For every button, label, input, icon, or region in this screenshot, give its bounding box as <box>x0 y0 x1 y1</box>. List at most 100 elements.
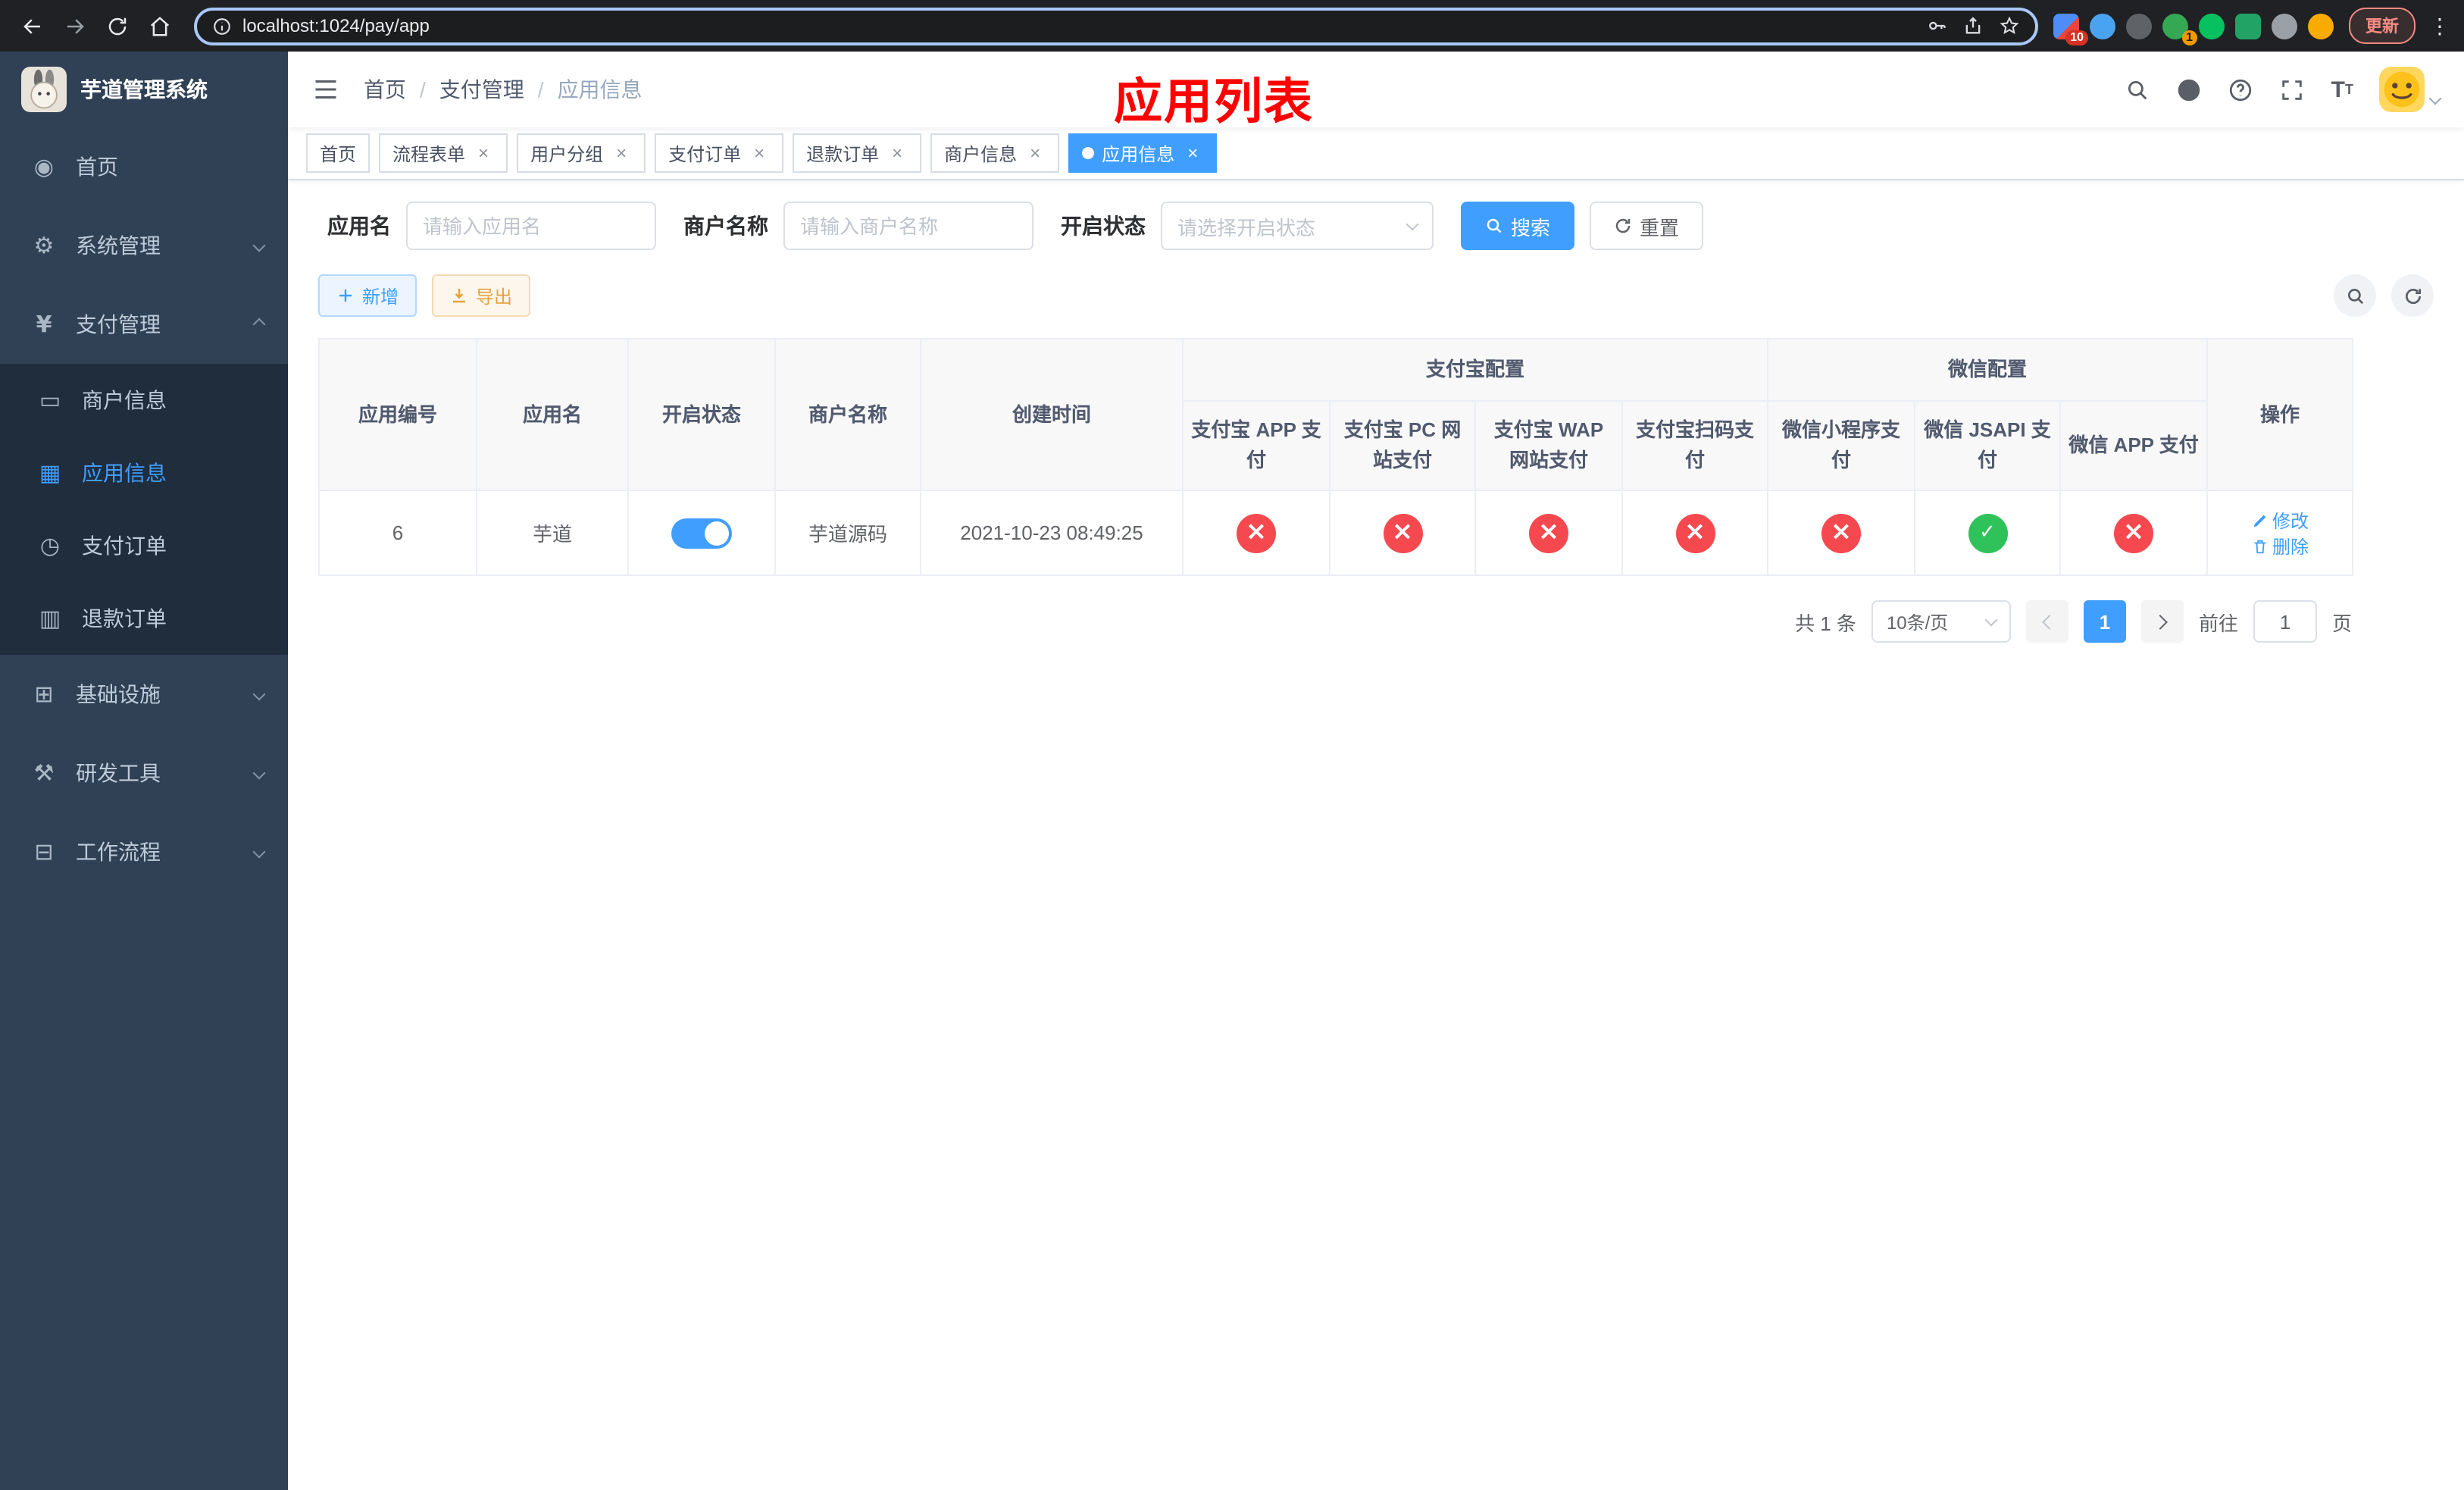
chevron-down-icon <box>252 766 266 780</box>
password-key-icon[interactable] <box>1926 15 1947 36</box>
reload-icon[interactable] <box>97 6 136 45</box>
alipay-app-status-icon <box>1237 513 1276 553</box>
tab-label: 商户信息 <box>944 143 1018 164</box>
extension-icon-5[interactable] <box>2199 13 2225 39</box>
tab-close-icon[interactable]: × <box>1024 142 1046 164</box>
edit-button[interactable]: 修改 <box>2251 508 2309 534</box>
delete-button[interactable]: 删除 <box>2251 534 2309 559</box>
reset-button[interactable]: 重置 <box>1590 202 1704 250</box>
chevron-right-icon <box>2153 614 2168 630</box>
refresh-table-button[interactable] <box>2391 274 2434 317</box>
browser-menu-icon[interactable]: ⋮ <box>2428 13 2452 39</box>
tab-pay-order[interactable]: 支付订单 × <box>655 133 784 173</box>
back-icon[interactable] <box>12 6 52 45</box>
tab-close-icon[interactable]: × <box>886 142 908 164</box>
github-icon[interactable] <box>2177 77 2203 102</box>
chevron-down-icon <box>1984 613 1998 627</box>
avatar <box>2379 67 2425 112</box>
site-info-icon[interactable] <box>212 16 232 36</box>
group-wechat-config: 微信配置 <box>1767 337 2209 402</box>
sidebar-item-payment[interactable]: ¥ 支付管理 <box>0 285 288 364</box>
col-alipay-wap: 支付宝 WAP 网站支付 <box>1474 400 1623 492</box>
sidebar-item-home[interactable]: ◉ 首页 <box>0 127 288 206</box>
sidebar-fold-icon[interactable] <box>312 76 339 103</box>
breadcrumb-payment[interactable]: 支付管理 <box>439 74 524 105</box>
extension-icon-1[interactable]: 10 <box>2053 13 2088 45</box>
cell-merchant: 芋道源码 <box>774 490 921 577</box>
merchant-name-input[interactable] <box>783 202 1033 250</box>
home-icon[interactable] <box>139 6 179 45</box>
search-icon <box>1487 218 1502 233</box>
page-size-value: 10条/页 <box>1886 612 1949 634</box>
extension-icon-6[interactable] <box>2235 13 2261 39</box>
tab-merchant-info[interactable]: 商户信息 × <box>930 133 1060 173</box>
export-button[interactable]: 导出 <box>432 274 531 317</box>
status-toggle[interactable] <box>671 518 732 549</box>
breadcrumb-separator: / <box>420 77 426 102</box>
alipay-wap-status-icon <box>1529 513 1568 553</box>
tab-close-icon[interactable]: × <box>611 142 632 164</box>
next-page-button[interactable] <box>2140 600 2184 643</box>
sidebar-item-label: 商户信息 <box>82 388 167 412</box>
toggle-search-button[interactable] <box>2334 274 2376 317</box>
sidebar-item-workflow[interactable]: ⊟ 工作流程 <box>0 812 288 891</box>
extension-icon-8[interactable] <box>2308 13 2334 39</box>
extension-badge: 10 <box>2065 30 2088 45</box>
search-icon[interactable] <box>2125 77 2151 102</box>
sidebar-item-merchant-info[interactable]: ▭ 商户信息 <box>0 364 288 437</box>
dashboard-icon: ◉ <box>33 153 55 180</box>
monitor-icon: ⊞ <box>34 681 54 708</box>
col-wx-mini: 微信小程序支付 <box>1767 400 1916 492</box>
chevron-down-icon <box>252 687 266 701</box>
tab-close-icon[interactable]: × <box>473 142 494 164</box>
extension-icon-7[interactable] <box>2272 13 2297 39</box>
user-menu[interactable] <box>2379 67 2442 112</box>
search-button[interactable]: 搜索 <box>1461 202 1575 250</box>
wechat-jsapi-status-icon <box>1968 513 2008 553</box>
extensions-area: 10 1 <box>2053 13 2334 45</box>
page-size-select[interactable]: 10条/页 <box>1871 600 2011 643</box>
tab-close-icon[interactable]: × <box>749 142 770 164</box>
page-number-button[interactable]: 1 <box>2083 600 2126 643</box>
font-size-icon[interactable]: TT <box>2331 78 2353 101</box>
chrome-update-button[interactable]: 更新 <box>2349 8 2416 44</box>
address-bar[interactable]: localhost:1024/pay/app <box>194 7 2038 45</box>
tab-label: 首页 <box>320 143 357 164</box>
sidebar-item-infra[interactable]: ⊞ 基础设施 <box>0 655 288 734</box>
share-icon[interactable] <box>1962 15 1984 36</box>
tab-user-group[interactable]: 用户分组 × <box>517 133 646 173</box>
tab-refund-order[interactable]: 退款订单 × <box>793 133 922 173</box>
tab-home[interactable]: 首页 <box>306 133 371 173</box>
extension-icon-3[interactable] <box>2126 13 2152 39</box>
extension-icon-4[interactable]: 1 <box>2162 13 2197 45</box>
bookmark-star-icon[interactable] <box>1999 15 2020 36</box>
sidebar-item-label: 首页 <box>76 155 118 179</box>
sidebar-item-pay-order[interactable]: ◷ 支付订单 <box>0 509 288 582</box>
tab-process-form[interactable]: 流程表单 × <box>379 133 508 173</box>
sidebar-item-system[interactable]: ⚙ 系统管理 <box>0 206 288 285</box>
tab-label: 流程表单 <box>392 143 466 164</box>
fullscreen-icon[interactable] <box>2280 77 2306 102</box>
app-title: 芋道管理系统 <box>80 77 208 102</box>
breadcrumb-home[interactable]: 首页 <box>364 74 406 105</box>
sidebar-item-refund-order[interactable]: ▥ 退款订单 <box>0 582 288 655</box>
app-name-input[interactable] <box>406 202 656 250</box>
user-caret-icon <box>2428 92 2442 105</box>
chevron-down-icon <box>252 239 266 252</box>
tab-label: 支付订单 <box>668 143 742 164</box>
search-button-label: 搜索 <box>1511 216 1551 239</box>
tab-app-info[interactable]: 应用信息 × <box>1068 133 1218 173</box>
col-app-name: 应用名 <box>476 337 629 492</box>
forward-icon[interactable] <box>55 6 94 45</box>
sidebar-item-dev-tools[interactable]: ⚒ 研发工具 <box>0 734 288 812</box>
add-button[interactable]: 新增 <box>318 274 417 317</box>
edit-label: 修改 <box>2272 510 2309 532</box>
sidebar-item-app-info[interactable]: ▦ 应用信息 <box>0 437 288 509</box>
goto-page-input[interactable] <box>2253 600 2317 643</box>
prev-page-button[interactable] <box>2025 600 2068 643</box>
tab-label: 用户分组 <box>530 143 604 164</box>
help-icon[interactable] <box>2228 77 2254 102</box>
status-select[interactable]: 请选择开启状态 <box>1161 202 1434 250</box>
tab-close-icon[interactable]: × <box>1182 142 1203 164</box>
extension-icon-2[interactable] <box>2090 13 2115 39</box>
